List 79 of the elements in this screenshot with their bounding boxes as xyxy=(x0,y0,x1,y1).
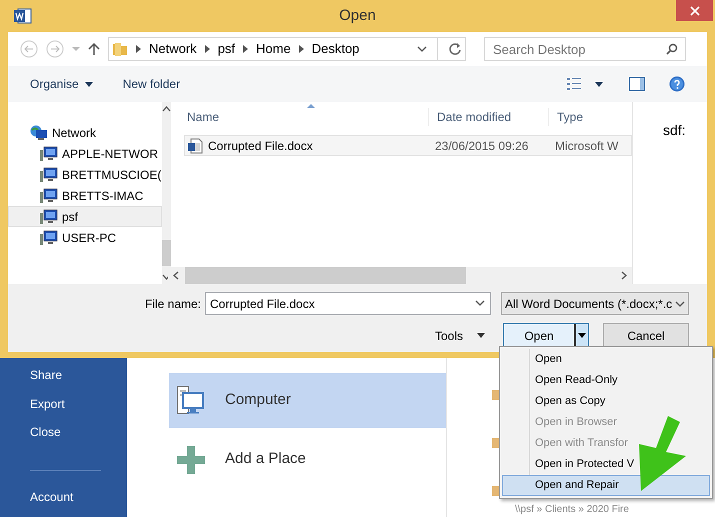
file-name: Corrupted File.docx xyxy=(208,138,313,154)
folder-icon xyxy=(112,41,128,57)
place-item[interactable]: Computer xyxy=(169,373,446,428)
new-folder-button[interactable]: New folder xyxy=(122,75,180,93)
tree-item[interactable]: Network xyxy=(8,122,162,143)
sort-icon xyxy=(307,104,315,108)
column-header[interactable]: Type xyxy=(548,108,632,126)
menu-item[interactable]: Open as Copy xyxy=(502,391,710,412)
computer-icon xyxy=(40,146,58,162)
caret-icon[interactable] xyxy=(595,82,603,86)
help-icon[interactable] xyxy=(669,76,685,92)
menu-item[interactable]: Open and Repair xyxy=(502,475,710,496)
dropdown-icon xyxy=(675,300,685,306)
scroll-up-icon[interactable] xyxy=(162,106,172,112)
column-header[interactable]: Name xyxy=(168,108,428,126)
scrollbar[interactable] xyxy=(162,102,172,284)
path-segment[interactable]: Home xyxy=(256,39,291,59)
computer-icon xyxy=(40,188,58,204)
word-icon xyxy=(14,8,32,24)
close-icon xyxy=(690,6,700,16)
tree-item[interactable]: BRETTMUSCIOE( xyxy=(8,164,162,185)
path-segment[interactable]: Network xyxy=(149,39,197,59)
computer-icon xyxy=(40,208,58,224)
search-icon xyxy=(666,43,678,55)
dropdown-icon[interactable] xyxy=(475,300,485,306)
scrollbar[interactable] xyxy=(168,267,632,284)
organise-button[interactable]: Organise xyxy=(30,75,93,93)
caret-icon xyxy=(578,333,586,338)
sidebar-item[interactable]: Share xyxy=(30,366,127,395)
up-arrow-icon[interactable] xyxy=(88,42,100,56)
sidebar-item[interactable]: Close xyxy=(30,423,127,452)
scrollbar-thumb[interactable] xyxy=(162,240,172,266)
cancel-button[interactable]: Cancel xyxy=(603,323,689,348)
tree-item[interactable]: BRETTS-IMAC xyxy=(8,185,162,206)
menu-item[interactable]: Open Read-Only xyxy=(502,370,710,391)
open-dropdown-button[interactable] xyxy=(574,324,588,347)
chevron-icon xyxy=(243,45,248,53)
scrollbar-thumb[interactable] xyxy=(185,267,466,284)
tools-button[interactable]: Tools xyxy=(434,326,485,344)
plus-icon xyxy=(177,446,205,474)
chevron-icon xyxy=(136,45,141,53)
view-list-icon[interactable] xyxy=(567,78,581,90)
sidebar-item[interactable]: Account xyxy=(30,488,127,517)
path-segment[interactable]: psf xyxy=(218,39,236,59)
network-icon xyxy=(30,124,48,140)
type-cell-text: Microsoft W xyxy=(554,138,618,154)
preview-pane-icon[interactable] xyxy=(629,77,645,91)
refresh-icon[interactable] xyxy=(448,42,462,56)
path-segment[interactable]: Desktop xyxy=(312,39,360,59)
preview-text: sdf: xyxy=(663,121,687,140)
window-title: Open xyxy=(339,6,376,26)
computer-icon xyxy=(40,166,58,182)
address-bar[interactable]: Network psf Home Desktop xyxy=(108,37,466,61)
menu-item[interactable]: Open in Protected V xyxy=(502,454,710,475)
file-name-field[interactable]: Corrupted File.docx xyxy=(205,292,491,315)
chevron-icon xyxy=(204,45,210,53)
chevron-icon xyxy=(298,45,304,53)
place-item[interactable]: Add a Place xyxy=(169,432,446,487)
computer-icon xyxy=(177,386,205,416)
column-header[interactable]: Date modified xyxy=(428,108,548,126)
word-file-icon xyxy=(187,138,203,154)
file-type-dropdown[interactable]: All Word Documents (*.docx;*.c xyxy=(501,292,689,315)
caret-icon xyxy=(477,333,485,338)
close-button[interactable] xyxy=(676,0,713,21)
scroll-right-icon[interactable] xyxy=(621,271,627,280)
field-label: File name: xyxy=(144,296,201,312)
scroll-left-icon[interactable] xyxy=(173,271,179,280)
computer-icon xyxy=(40,230,58,246)
dropdown-icon[interactable] xyxy=(417,46,427,52)
search-field[interactable]: Search Desktop xyxy=(484,37,686,61)
tree-item[interactable]: USER-PC xyxy=(8,227,162,248)
date-cell-text: 23/06/2015 09:26 xyxy=(434,138,530,154)
recent-path: \\psf » Clients » 2020 Fire xyxy=(515,504,629,515)
caret-icon xyxy=(84,82,93,86)
menu-item[interactable]: Open xyxy=(502,349,710,370)
tree-item[interactable]: psf xyxy=(8,206,162,227)
sidebar-item[interactable]: Export xyxy=(30,394,127,424)
tree-item[interactable]: APPLE-NETWOR xyxy=(8,143,162,164)
file-row[interactable]: Corrupted File.docx 23/06/2015 09:26 Microsoft W xyxy=(184,135,632,156)
